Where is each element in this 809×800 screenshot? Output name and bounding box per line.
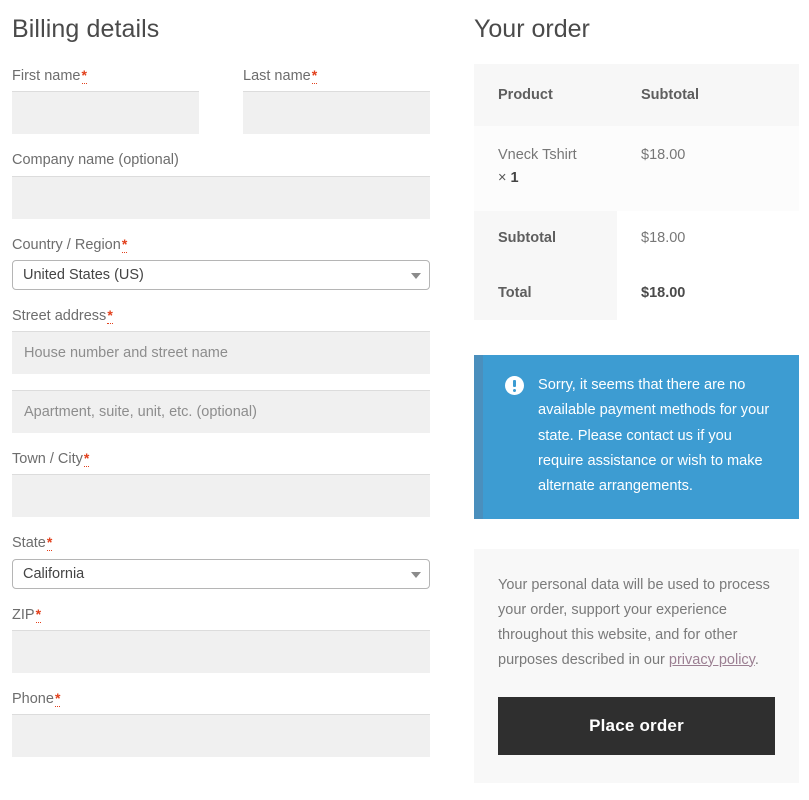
state-label-text: State [12, 535, 46, 551]
order-item-subtotal: $18.00 [617, 126, 799, 211]
required-asterisk: * [36, 606, 41, 623]
state-field: State* California [12, 533, 430, 588]
first-name-input[interactable] [12, 91, 199, 134]
order-summary-table: Product Subtotal Vneck Tshirt × 1 $18.00… [474, 64, 799, 320]
required-asterisk: * [84, 450, 89, 467]
order-item-name: Vneck Tshirt [498, 144, 617, 166]
country-select[interactable]: United States (US) [12, 260, 430, 290]
phone-label-text: Phone [12, 691, 54, 707]
column-header-product: Product [474, 64, 617, 126]
zip-field: ZIP* [12, 605, 430, 673]
order-item-product-cell: Vneck Tshirt × 1 [474, 126, 617, 211]
privacy-text-after: . [755, 652, 759, 668]
state-selected-value: California [23, 566, 84, 582]
subtotal-value: $18.00 [617, 211, 799, 265]
country-label-text: Country / Region [12, 237, 121, 253]
required-asterisk: * [107, 307, 112, 324]
street-address-field: Street address* [12, 306, 430, 374]
city-field: Town / City* [12, 449, 430, 517]
state-label: State* [12, 533, 430, 553]
last-name-field: Last name* [243, 66, 430, 134]
total-label: Total [474, 266, 617, 320]
order-review-section: Your order Product Subtotal Vneck Tshirt… [474, 0, 799, 783]
table-row: Subtotal $18.00 [474, 211, 799, 265]
address-line-2-field [12, 390, 430, 433]
order-item-quantity: × 1 [498, 167, 617, 189]
address-line-2-input[interactable] [12, 390, 430, 433]
city-input[interactable] [12, 474, 430, 517]
required-asterisk: * [82, 67, 87, 84]
street-address-label: Street address* [12, 306, 430, 326]
phone-input[interactable] [12, 714, 430, 757]
checkout-page: Billing details First name* Last name* C… [0, 0, 809, 800]
country-label: Country / Region* [12, 235, 430, 255]
street-address-label-text: Street address [12, 308, 106, 324]
quantity-prefix: × [498, 170, 506, 186]
zip-label: ZIP* [12, 605, 430, 625]
order-heading: Your order [474, 14, 799, 44]
total-value: $18.00 [617, 266, 799, 320]
street-address-input[interactable] [12, 331, 430, 374]
phone-label: Phone* [12, 689, 430, 709]
company-name-input[interactable] [12, 176, 430, 219]
order-table-body: Vneck Tshirt × 1 $18.00 [474, 126, 799, 211]
last-name-input[interactable] [243, 91, 430, 134]
last-name-label-text: Last name [243, 68, 311, 84]
no-payment-methods-notice: Sorry, it seems that there are no availa… [474, 355, 799, 518]
first-name-field: First name* [12, 66, 199, 134]
state-select-wrapper: California [12, 559, 430, 589]
city-label: Town / City* [12, 449, 430, 469]
place-order-button[interactable]: Place order [498, 697, 775, 755]
privacy-policy-link[interactable]: privacy policy [669, 652, 755, 668]
required-asterisk: * [47, 534, 52, 551]
last-name-label: Last name* [243, 66, 430, 86]
country-selected-value: United States (US) [23, 267, 144, 283]
quantity-value: 1 [511, 170, 519, 186]
billing-details-section: Billing details First name* Last name* C… [12, 0, 430, 773]
privacy-policy-text: Your personal data will be used to proce… [498, 573, 775, 673]
zip-label-text: ZIP [12, 607, 35, 623]
country-field: Country / Region* United States (US) [12, 235, 430, 290]
table-row: Vneck Tshirt × 1 $18.00 [474, 126, 799, 211]
first-name-label-text: First name [12, 68, 81, 84]
order-table-header-row: Product Subtotal [474, 64, 799, 126]
first-name-label: First name* [12, 66, 199, 86]
order-table-head: Product Subtotal [474, 64, 799, 126]
privacy-and-submit-block: Your personal data will be used to proce… [474, 549, 799, 783]
exclamation-circle-icon [505, 376, 524, 395]
phone-field: Phone* [12, 689, 430, 757]
required-asterisk: * [122, 236, 127, 253]
zip-input[interactable] [12, 630, 430, 673]
company-name-label: Company name (optional) [12, 150, 430, 170]
table-row: Total $18.00 [474, 266, 799, 320]
subtotal-label: Subtotal [474, 211, 617, 265]
state-select[interactable]: California [12, 559, 430, 589]
required-asterisk: * [312, 67, 317, 84]
company-name-field: Company name (optional) [12, 150, 430, 218]
country-select-wrapper: United States (US) [12, 260, 430, 290]
required-asterisk: * [55, 690, 60, 707]
name-row: First name* Last name* [12, 66, 430, 134]
city-label-text: Town / City [12, 451, 83, 467]
order-table-foot: Subtotal $18.00 Total $18.00 [474, 211, 799, 320]
notice-message: Sorry, it seems that there are no availa… [538, 373, 775, 498]
column-header-subtotal: Subtotal [617, 64, 799, 126]
billing-details-heading: Billing details [12, 14, 430, 44]
